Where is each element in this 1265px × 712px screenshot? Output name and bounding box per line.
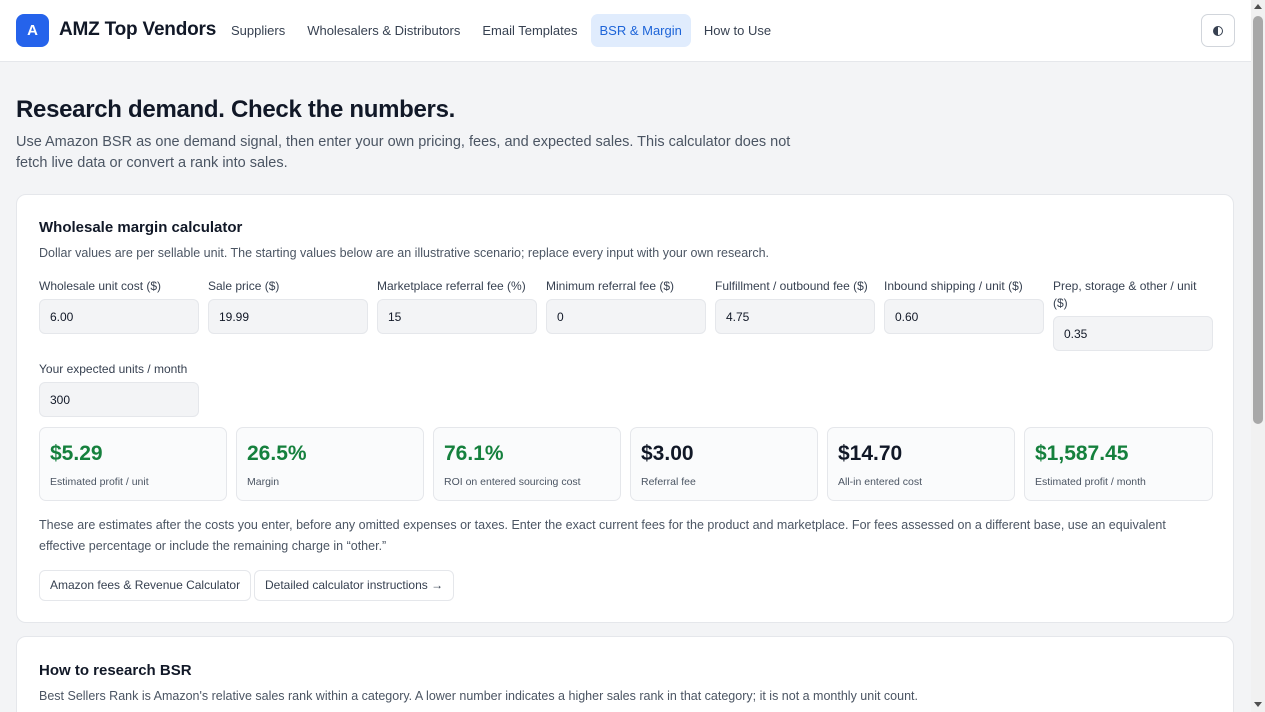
prep-storage-other-input[interactable]	[1053, 316, 1213, 351]
bsr-research-card: How to research BSR Best Sellers Rank is…	[16, 636, 1234, 712]
nav-email-templates[interactable]: Email Templates	[473, 14, 586, 47]
referral-fee-percent-input[interactable]	[377, 299, 537, 334]
scroll-up-arrow-icon[interactable]	[1254, 4, 1262, 9]
minimum-referral-fee-input[interactable]	[546, 299, 706, 334]
calculator-instructions-button[interactable]: Detailed calculator instructions →	[254, 570, 455, 601]
metric-value: 26.5%	[247, 442, 307, 465]
metric-label: Referral fee	[641, 476, 696, 488]
field-inbound-shipping: Inbound shipping / unit ($)	[884, 278, 1044, 334]
sale-price-input[interactable]	[208, 299, 368, 334]
field-label: Sale price ($)	[208, 279, 280, 293]
logo-icon[interactable]: A	[16, 14, 49, 47]
metric-margin: 26.5% Margin	[236, 427, 424, 501]
scroll-thumb[interactable]	[1253, 16, 1263, 424]
metric-label: All-in entered cost	[838, 476, 923, 488]
metric-label: ROI on entered sourcing cost	[444, 476, 581, 488]
metric-label: Margin	[247, 476, 280, 488]
metric-label: Estimated profit / unit	[50, 476, 149, 488]
expected-units-input[interactable]	[39, 382, 199, 417]
field-prep-storage-other: Prep, storage & other / unit ($)	[1053, 278, 1213, 351]
field-label: Wholesale unit cost ($)	[39, 279, 162, 293]
metric-all-in-cost: $14.70 All-in entered cost	[827, 427, 1015, 501]
top-navigation-bar: A AMZ Top Vendors Suppliers Wholesalers …	[0, 0, 1251, 62]
metric-value: $3.00	[641, 442, 694, 465]
amazon-fees-calculator-button[interactable]: Amazon fees & Revenue Calculator	[39, 570, 252, 601]
metric-value: $1,587.45	[1035, 442, 1129, 465]
page-scrollbar[interactable]	[1251, 0, 1265, 712]
estimate-disclaimer: These are estimates after the costs you …	[39, 518, 1166, 553]
inbound-shipping-input[interactable]	[884, 299, 1044, 334]
field-wholesale-unit-cost: Wholesale unit cost ($)	[39, 278, 199, 334]
field-label: Fulfillment / outbound fee ($)	[715, 279, 868, 293]
scroll-down-arrow-icon[interactable]	[1254, 702, 1262, 707]
calculator-description: Dollar values are per sellable unit. The…	[39, 246, 769, 260]
field-label: Marketplace referral fee (%)	[377, 279, 526, 293]
bsr-description: Best Sellers Rank is Amazon's relative s…	[39, 689, 918, 703]
field-fulfillment-fee: Fulfillment / outbound fee ($)	[715, 278, 875, 334]
nav-wholesalers-distributors[interactable]: Wholesalers & Distributors	[298, 14, 469, 47]
nav-suppliers[interactable]: Suppliers	[222, 14, 294, 47]
nav-how-to-use[interactable]: How to Use	[695, 14, 780, 47]
theme-toggle-button[interactable]	[1201, 14, 1235, 47]
wholesale-unit-cost-input[interactable]	[39, 299, 199, 334]
nav-bsr-margin[interactable]: BSR & Margin	[590, 14, 691, 47]
metric-value: $5.29	[50, 442, 103, 465]
field-sale-price: Sale price ($)	[208, 278, 368, 334]
field-expected-units: Your expected units / month	[39, 361, 199, 417]
margin-calculator-card: Wholesale margin calculator Dollar value…	[16, 194, 1234, 623]
metric-profit-per-unit: $5.29 Estimated profit / unit	[39, 427, 227, 501]
brand-name[interactable]: AMZ Top Vendors	[59, 19, 216, 41]
field-label: Inbound shipping / unit ($)	[884, 279, 1023, 293]
main-nav: Suppliers Wholesalers & Distributors Ema…	[222, 14, 780, 47]
metric-value: $14.70	[838, 442, 903, 465]
field-label: Minimum referral fee ($)	[546, 279, 675, 293]
fulfillment-fee-input[interactable]	[715, 299, 875, 334]
field-referral-fee-percent: Marketplace referral fee (%)	[377, 278, 537, 334]
field-label: Your expected units / month	[39, 362, 188, 376]
metric-label: Estimated profit / month	[1035, 476, 1146, 488]
metric-referral-fee: $3.00 Referral fee	[630, 427, 818, 501]
metric-value: 76.1%	[444, 442, 504, 465]
calculator-title: Wholesale margin calculator	[39, 219, 243, 236]
field-minimum-referral-fee: Minimum referral fee ($)	[546, 278, 706, 334]
metric-roi: 76.1% ROI on entered sourcing cost	[433, 427, 621, 501]
contrast-icon	[1213, 25, 1223, 36]
bsr-title: How to research BSR	[39, 662, 192, 679]
field-label: Prep, storage & other / unit ($)	[1053, 279, 1197, 310]
page-subtitle: Use Amazon BSR as one demand signal, the…	[16, 134, 791, 171]
page-title: Research demand. Check the numbers.	[16, 96, 455, 123]
metric-profit-per-month: $1,587.45 Estimated profit / month	[1024, 427, 1213, 501]
